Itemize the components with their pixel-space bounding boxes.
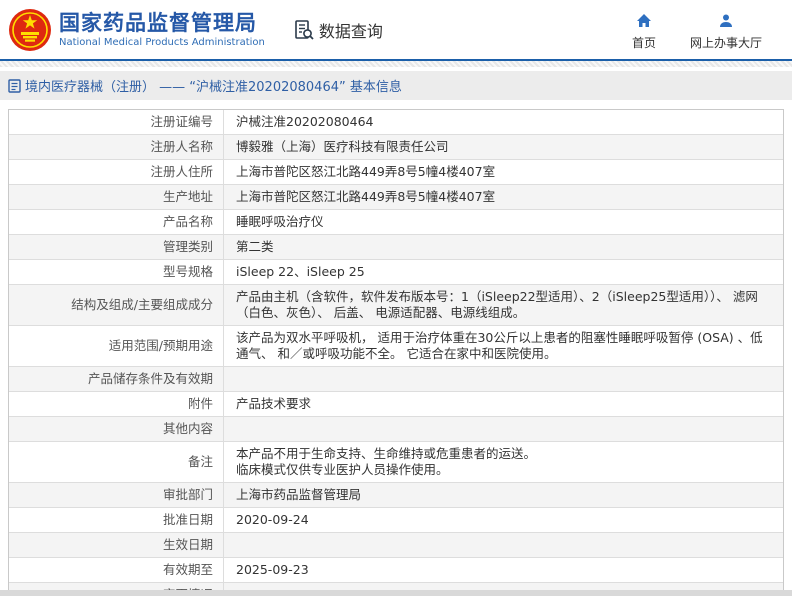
page-icon <box>8 79 21 93</box>
field-label-text: 型号规格 <box>163 264 213 280</box>
site-header: 国家药品监督管理局 National Medical Products Admi… <box>0 0 792 61</box>
site-title: 国家药品监督管理局 <box>59 11 265 35</box>
field-label-text: 结构及组成/主要组成成分 <box>71 297 213 313</box>
field-value: 上海市药品监督管理局 <box>224 483 783 507</box>
data-query-tab[interactable]: 数据查询 <box>293 18 383 42</box>
field-value: 产品技术要求 <box>224 392 783 416</box>
field-value: 沪械注准20202080464 <box>224 110 783 134</box>
national-emblem-logo <box>8 8 52 52</box>
table-row: 其他内容 <box>9 417 783 442</box>
field-value: 产品由主机（含软件，软件发布版本号：1（iSleep22型适用）、2（iSlee… <box>224 285 783 325</box>
field-value: 上海市普陀区怒江北路449弄8号5幢4楼407室 <box>224 160 783 184</box>
field-label: 结构及组成/主要组成成分 <box>9 285 224 325</box>
field-label-text: 注册证编号 <box>150 114 213 130</box>
table-row: 产品名称睡眠呼吸治疗仪 <box>9 210 783 235</box>
site-title-block: 国家药品监督管理局 National Medical Products Admi… <box>59 11 265 48</box>
field-value <box>224 533 783 557</box>
header-nav: 首页 网上办事大厅 <box>632 9 762 51</box>
field-label: 批准日期 <box>9 508 224 532</box>
field-label: 型号规格 <box>9 260 224 284</box>
site-subtitle: National Medical Products Administration <box>59 37 265 48</box>
nav-service-hall[interactable]: 网上办事大厅 <box>690 9 762 51</box>
field-label-text: 注册人名称 <box>150 139 213 155</box>
field-label-text: 注册人住所 <box>150 164 213 180</box>
breadcrumb-bar: 境内医疗器械（注册） —— “沪械注准20202080464” 基本信息 <box>0 71 792 100</box>
field-value: 本产品不用于生命支持、生命维持或危重患者的运送。 临床模式仅供专业医护人员操作使… <box>224 442 783 482</box>
field-value <box>224 367 783 391</box>
breadcrumb: 境内医疗器械（注册） —— “沪械注准20202080464” 基本信息 <box>8 76 402 95</box>
field-value: 该产品为双水平呼吸机， 适用于治疗体重在30公斤以上患者的阻塞性睡眠呼吸暂停 (… <box>224 326 783 366</box>
field-label: 附件 <box>9 392 224 416</box>
field-label-text: 附件 <box>188 396 213 412</box>
home-icon <box>636 13 652 29</box>
field-label: 注册人名称 <box>9 135 224 159</box>
table-row: 备注本产品不用于生命支持、生命维持或危重患者的运送。 临床模式仅供专业医护人员操… <box>9 442 783 483</box>
table-row: 产品储存条件及有效期 <box>9 367 783 392</box>
field-label-text: 批准日期 <box>163 512 213 528</box>
field-label-text: 其他内容 <box>163 421 213 437</box>
field-label: 管理类别 <box>9 235 224 259</box>
table-row: 注册证编号沪械注准20202080464 <box>9 110 783 135</box>
table-row: 生产地址上海市普陀区怒江北路449弄8号5幢4楼407室 <box>9 185 783 210</box>
field-label: 产品储存条件及有效期 <box>9 367 224 391</box>
field-label: 适用范围/预期用途 <box>9 326 224 366</box>
field-label: 备注 <box>9 442 224 482</box>
table-row: 附件产品技术要求 <box>9 392 783 417</box>
table-row: 结构及组成/主要组成成分产品由主机（含软件，软件发布版本号：1（iSleep22… <box>9 285 783 326</box>
table-row: 注册人名称博毅雅（上海）医疗科技有限责任公司 <box>9 135 783 160</box>
field-value: 上海市普陀区怒江北路449弄8号5幢4楼407室 <box>224 185 783 209</box>
document-search-icon <box>293 19 315 41</box>
footer-strip <box>0 590 792 596</box>
field-label-text: 有效期至 <box>163 562 213 578</box>
field-value: iSleep 22、iSleep 25 <box>224 260 783 284</box>
field-label: 有效期至 <box>9 558 224 582</box>
table-row: 有效期至 2025-09-23 <box>9 558 783 583</box>
nav-service-hall-label: 网上办事大厅 <box>690 34 762 51</box>
table-row: 批准日期 2020-09-24 <box>9 508 783 533</box>
field-value: 2025-09-23 <box>224 558 783 582</box>
data-query-label: 数据查询 <box>319 18 383 42</box>
field-label-text: 产品名称 <box>163 214 213 230</box>
field-value: 第二类 <box>224 235 783 259</box>
field-label: 审批部门 <box>9 483 224 507</box>
field-label-text: 备注 <box>188 454 213 470</box>
field-label: 其他内容 <box>9 417 224 441</box>
field-value: 睡眠呼吸治疗仪 <box>224 210 783 234</box>
table-row: 适用范围/预期用途该产品为双水平呼吸机， 适用于治疗体重在30公斤以上患者的阻塞… <box>9 326 783 367</box>
header-shadow-strip <box>0 61 792 67</box>
table-row: 生效日期 <box>9 533 783 558</box>
field-label: 生产地址 <box>9 185 224 209</box>
table-row: 注册人住所上海市普陀区怒江北路449弄8号5幢4楼407室 <box>9 160 783 185</box>
field-label: 产品名称 <box>9 210 224 234</box>
field-label: 注册人住所 <box>9 160 224 184</box>
nav-home-label: 首页 <box>632 34 656 51</box>
breadcrumb-text: 境内医疗器械（注册） —— “沪械注准20202080464” 基本信息 <box>25 76 402 95</box>
field-value: 博毅雅（上海）医疗科技有限责任公司 <box>224 135 783 159</box>
field-label-text: 生产地址 <box>163 189 213 205</box>
field-label-text: 管理类别 <box>163 239 213 255</box>
logo-block[interactable]: 国家药品监督管理局 National Medical Products Admi… <box>8 8 265 52</box>
field-label: 注册证编号 <box>9 110 224 134</box>
user-icon <box>718 13 734 29</box>
field-label-text: 产品储存条件及有效期 <box>88 371 213 387</box>
field-value: 2020-09-24 <box>224 508 783 532</box>
field-label-text: 适用范围/预期用途 <box>109 338 213 354</box>
table-row: 管理类别第二类 <box>9 235 783 260</box>
nav-home[interactable]: 首页 <box>632 9 656 51</box>
registration-info-table: 注册证编号沪械注准20202080464注册人名称博毅雅（上海）医疗科技有限责任… <box>8 109 784 596</box>
field-label: 生效日期 <box>9 533 224 557</box>
field-value <box>224 417 783 441</box>
field-label-text: 生效日期 <box>163 537 213 553</box>
table-row: 审批部门上海市药品监督管理局 <box>9 483 783 508</box>
field-label-text: 审批部门 <box>163 487 213 503</box>
table-row: 型号规格 iSleep 22、iSleep 25 <box>9 260 783 285</box>
